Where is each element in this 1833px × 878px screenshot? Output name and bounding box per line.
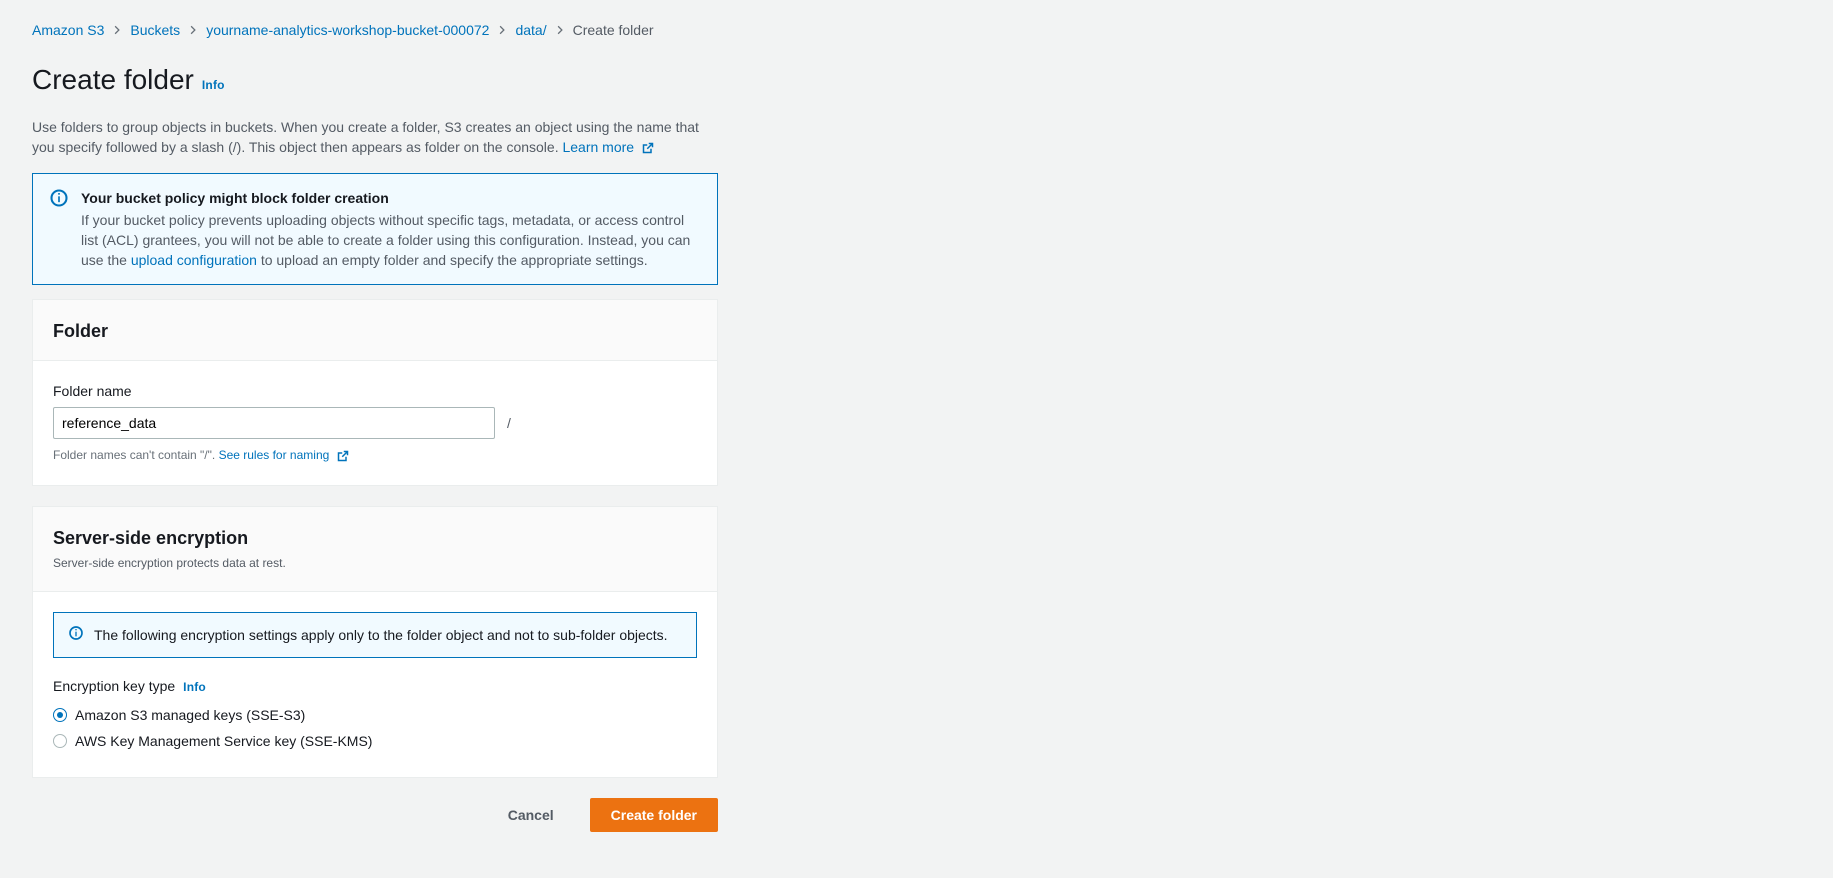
- breadcrumb: Amazon S3 Buckets yourname-analytics-wor…: [32, 20, 1801, 40]
- chevron-right-icon: [555, 25, 565, 35]
- breadcrumb-link-buckets[interactable]: Buckets: [130, 20, 180, 40]
- folder-name-hint-text: Folder names can't contain "/".: [53, 448, 219, 462]
- naming-rules-text: See rules for naming: [219, 448, 330, 462]
- encryption-key-type-label: Encryption key type: [53, 676, 175, 696]
- folder-panel-header: Folder: [33, 300, 717, 361]
- encryption-scope-text: The following encryption settings apply …: [94, 625, 668, 645]
- radio-label: Amazon S3 managed keys (SSE-S3): [75, 705, 305, 725]
- folder-name-hint: Folder names can't contain "/". See rule…: [53, 445, 697, 465]
- page-info-link[interactable]: Info: [202, 67, 225, 103]
- footer-actions: Cancel Create folder: [32, 798, 718, 832]
- info-circle-icon: [68, 625, 84, 641]
- encryption-panel-heading: Server-side encryption: [53, 527, 697, 549]
- learn-more-text: Learn more: [562, 139, 634, 155]
- external-link-icon: [337, 450, 349, 462]
- policy-warning-alert: Your bucket policy might block folder cr…: [32, 173, 718, 285]
- folder-name-input[interactable]: [53, 407, 495, 439]
- page-description: Use folders to group objects in buckets.…: [32, 117, 718, 157]
- radio-label: AWS Key Management Service key (SSE-KMS): [75, 731, 372, 751]
- alert-body: If your bucket policy prevents uploading…: [81, 210, 701, 270]
- breadcrumb-link-prefix[interactable]: data/: [515, 20, 546, 40]
- encryption-panel-header: Server-side encryption Server-side encry…: [33, 507, 717, 592]
- alert-body-post: to upload an empty folder and specify th…: [261, 252, 648, 268]
- alert-title: Your bucket policy might block folder cr…: [81, 188, 701, 208]
- radio-icon: [53, 734, 67, 748]
- breadcrumb-current: Create folder: [573, 20, 654, 40]
- upload-configuration-link[interactable]: upload configuration: [131, 252, 257, 268]
- external-link-icon: [642, 142, 654, 154]
- page-title: Create folder Info: [32, 62, 1801, 103]
- encryption-scope-alert: The following encryption settings apply …: [53, 612, 697, 658]
- encryption-panel: Server-side encryption Server-side encry…: [32, 506, 718, 778]
- encryption-panel-sub: Server-side encryption protects data at …: [53, 553, 697, 573]
- chevron-right-icon: [497, 25, 507, 35]
- cancel-button[interactable]: Cancel: [488, 799, 574, 831]
- folder-name-label: Folder name: [53, 381, 697, 401]
- naming-rules-link[interactable]: See rules for naming: [219, 448, 349, 462]
- breadcrumb-link-s3[interactable]: Amazon S3: [32, 20, 104, 40]
- breadcrumb-link-bucket[interactable]: yourname-analytics-workshop-bucket-00007…: [206, 20, 489, 40]
- page-title-text: Create folder: [32, 62, 194, 98]
- folder-panel-heading: Folder: [53, 320, 697, 342]
- folder-name-slash: /: [507, 413, 511, 433]
- learn-more-link[interactable]: Learn more: [562, 139, 653, 155]
- radio-option-sse-kms[interactable]: AWS Key Management Service key (SSE-KMS): [53, 731, 697, 751]
- radio-option-sse-s3[interactable]: Amazon S3 managed keys (SSE-S3): [53, 705, 697, 725]
- encryption-key-type-info-link[interactable]: Info: [183, 677, 206, 697]
- folder-panel: Folder Folder name / Folder names can't …: [32, 299, 718, 486]
- radio-icon: [53, 708, 67, 722]
- info-circle-icon: [49, 188, 69, 270]
- chevron-right-icon: [112, 25, 122, 35]
- chevron-right-icon: [188, 25, 198, 35]
- create-folder-button[interactable]: Create folder: [590, 798, 718, 832]
